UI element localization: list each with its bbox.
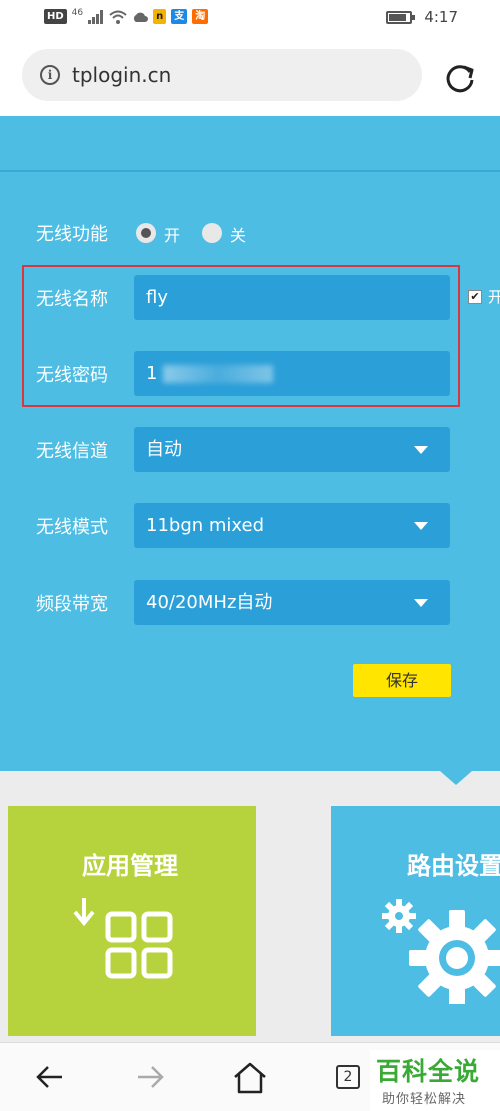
wireless-mode-select[interactable]: 11bgn mixed xyxy=(134,503,450,548)
dropdown-arrow-icon xyxy=(414,599,428,607)
browser-address-bar: i tplogin.cn xyxy=(0,36,500,116)
gear-icon xyxy=(382,899,500,1004)
bandwidth-value: 40/20MHz自动 xyxy=(146,592,273,613)
app-management-title: 应用管理 xyxy=(82,852,178,880)
signal-bars-icon xyxy=(88,9,104,24)
reload-icon[interactable] xyxy=(440,58,480,98)
radio-on[interactable] xyxy=(136,223,156,243)
show-checkbox[interactable]: ✔ xyxy=(468,290,482,304)
panel-pointer xyxy=(440,771,472,785)
dropdown-arrow-icon xyxy=(414,446,428,454)
wireless-channel-label: 无线信道 xyxy=(36,441,108,462)
tab-switcher-button[interactable]: 2 xyxy=(336,1065,360,1089)
dropdown-arrow-icon xyxy=(414,522,428,530)
forward-arrow-icon[interactable] xyxy=(134,1061,166,1093)
checkbox-label: 开 xyxy=(488,288,500,306)
watermark: 百科全说 助你轻松解决 xyxy=(370,1050,500,1111)
clock: 4:17 xyxy=(424,8,458,26)
bandwidth-select[interactable]: 40/20MHz自动 xyxy=(134,580,450,625)
taobao-icon: 淘 xyxy=(192,9,209,24)
back-arrow-icon[interactable] xyxy=(34,1061,66,1093)
app-management-tile[interactable]: 应用管理 xyxy=(8,806,256,1036)
battery-icon xyxy=(386,10,416,24)
url-field[interactable]: i tplogin.cn xyxy=(22,49,422,101)
wireless-settings-panel: 无线功能 开 关 无线名称 fly ✔ 开 无线密码 1 无线信道 自动 无线模… xyxy=(0,116,500,771)
channel-value: 自动 xyxy=(146,439,182,460)
radio-off-label: 关 xyxy=(230,226,247,245)
mode-value: 11bgn mixed xyxy=(146,515,265,536)
battery-level xyxy=(389,13,407,21)
watermark-title: 百科全说 xyxy=(376,1057,481,1086)
wireless-channel-select[interactable]: 自动 xyxy=(134,427,450,472)
wifi-icon xyxy=(109,10,127,24)
router-settings-title: 路由设置 xyxy=(407,852,500,880)
alipay-icon: 支 xyxy=(171,9,188,24)
status-icons: HD 46 n 支 淘 xyxy=(44,7,209,24)
url-text: tplogin.cn xyxy=(72,63,172,87)
cloud-icon xyxy=(134,12,149,22)
router-settings-tile[interactable]: 路由设置 xyxy=(331,806,500,1036)
status-right: 4:17 xyxy=(386,8,458,26)
news-app-icon: n xyxy=(153,9,167,24)
home-icon[interactable] xyxy=(232,1061,268,1095)
save-button[interactable]: 保存 xyxy=(353,664,451,697)
wireless-mode-label: 无线模式 xyxy=(36,517,108,538)
signal-icon: 46 xyxy=(71,7,84,18)
hd-indicator: HD xyxy=(44,9,67,24)
radio-on-label: 开 xyxy=(164,226,181,245)
panel-divider xyxy=(0,170,500,172)
info-icon[interactable]: i xyxy=(40,65,60,85)
wireless-function-label: 无线功能 xyxy=(36,224,108,245)
highlight-box xyxy=(22,265,460,407)
watermark-subtitle: 助你轻松解决 xyxy=(382,1092,467,1107)
radio-off[interactable] xyxy=(202,223,222,243)
app-grid-icon xyxy=(73,898,173,979)
bandwidth-label: 频段带宽 xyxy=(36,594,108,615)
status-bar: HD 46 n 支 淘 4:17 xyxy=(0,0,500,36)
